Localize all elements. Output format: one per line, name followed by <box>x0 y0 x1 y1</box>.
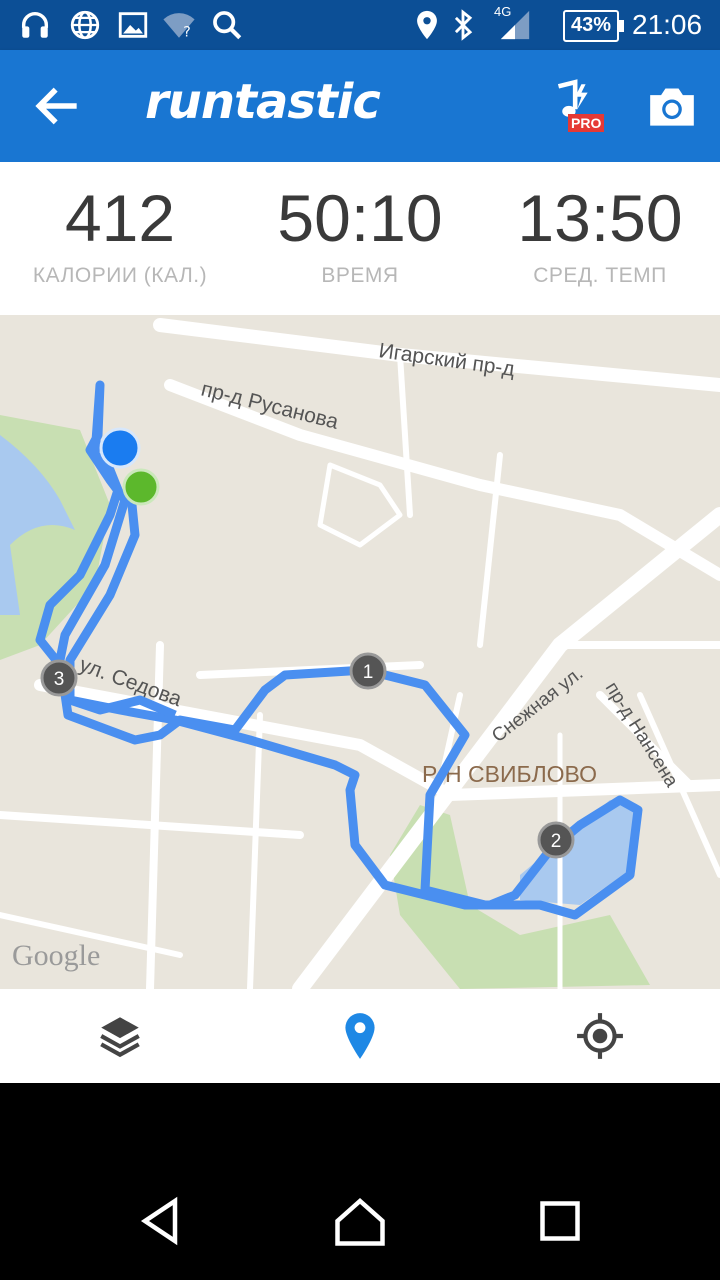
svg-text:?: ? <box>183 24 191 40</box>
music-pro-button[interactable]: PRO <box>540 78 610 138</box>
app-bar: runtastic PRO <box>0 50 720 162</box>
pond <box>520 800 640 905</box>
battery-level: 43% <box>570 14 612 36</box>
system-nav-bar <box>0 1083 720 1280</box>
street-label: Игарский пр-д <box>377 339 516 381</box>
search-icon <box>213 11 242 40</box>
arrow-left-icon[interactable] <box>30 78 86 134</box>
camera-icon[interactable] <box>645 82 699 130</box>
image-icon <box>118 12 148 38</box>
google-watermark: Google <box>12 939 100 972</box>
bluetooth-icon <box>454 9 473 41</box>
km-marker-label: 1 <box>363 662 374 683</box>
map-view[interactable]: Игарский пр-д пр-д Русанова ул. Седова С… <box>0 315 720 989</box>
battery-icon: 43% <box>563 10 624 42</box>
signal-icon <box>500 10 530 40</box>
km-marker-label: 3 <box>54 669 65 690</box>
km-marker-1[interactable]: 1 <box>349 652 387 690</box>
brand-logo: runtastic <box>145 74 381 130</box>
nav-home-icon[interactable] <box>330 1191 390 1251</box>
stat-label: СРЕД. ТЕМП <box>533 264 667 287</box>
layers-icon[interactable] <box>95 1011 145 1061</box>
globe-icon <box>70 10 100 40</box>
location-icon <box>417 10 437 40</box>
stat-value: 13:50 <box>517 181 683 255</box>
pro-badge: PRO <box>568 114 605 132</box>
stat-time: 50:10 ВРЕМЯ <box>240 182 480 288</box>
km-marker-3[interactable]: 3 <box>40 659 78 697</box>
location-pin-icon[interactable] <box>335 1011 385 1061</box>
wifi-question-icon: ? <box>163 13 195 40</box>
stat-value: 50:10 <box>277 181 443 255</box>
start-marker <box>122 468 160 506</box>
stat-pace: 13:50 СРЕД. ТЕМП <box>480 182 720 288</box>
stats-panel: 412 КАЛОРИИ (КАЛ.) 50:10 ВРЕМЯ 13:50 СРЕ… <box>0 162 720 316</box>
km-marker-2[interactable]: 2 <box>537 821 575 859</box>
km-marker-label: 2 <box>551 831 562 852</box>
stat-label: ВРЕМЯ <box>321 264 399 287</box>
stat-label: КАЛОРИИ (КАЛ.) <box>32 264 208 287</box>
current-position-marker <box>99 427 141 469</box>
map-canvas: Игарский пр-д пр-д Русанова ул. Седова С… <box>0 318 720 989</box>
map-toolbar <box>0 989 720 1083</box>
stat-value: 412 <box>64 181 176 255</box>
headphones-icon <box>21 12 49 38</box>
clock: 21:06 <box>632 9 703 40</box>
stat-calories: 412 КАЛОРИИ (КАЛ.) <box>0 182 240 288</box>
my-location-icon[interactable] <box>575 1011 625 1061</box>
nav-back-icon[interactable] <box>130 1191 190 1251</box>
nav-recents-icon[interactable] <box>530 1191 590 1251</box>
status-bar: ? 4G 43% 21:06 <box>0 0 720 50</box>
